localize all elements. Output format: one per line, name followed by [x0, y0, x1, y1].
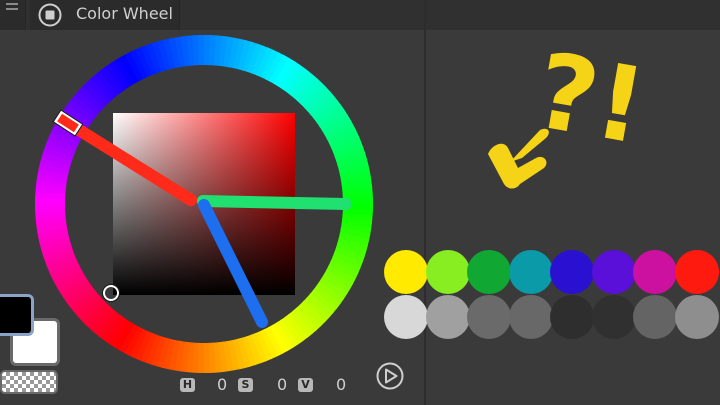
swatch-row2-6[interactable]	[591, 295, 636, 339]
swatch-row1-6[interactable]	[591, 250, 636, 294]
brightness-value[interactable]: 0	[336, 377, 346, 393]
saturation-annotation-line	[197, 195, 352, 210]
brightness-label: V	[298, 378, 313, 392]
swatch-row1-3[interactable]	[467, 250, 511, 294]
swatch-row1-4[interactable]	[508, 250, 553, 294]
swatch-row2-1[interactable]	[384, 295, 428, 339]
question-annotation: ?!	[488, 29, 654, 189]
swatch-row1-8[interactable]	[674, 250, 719, 294]
swatch-row1-5[interactable]	[550, 250, 594, 294]
swatch-row2-5[interactable]	[550, 295, 594, 339]
main-color-swatch[interactable]	[0, 294, 34, 336]
swatch-row2-4[interactable]	[508, 295, 553, 339]
question-exclamation-text: ?!	[527, 29, 654, 168]
swatch-row2-8[interactable]	[674, 295, 719, 339]
transparent-color-swatch[interactable]	[0, 370, 58, 394]
swatch-row1-2[interactable]	[425, 250, 470, 294]
color-wheel-window: Color Wheel H 0 S 0 V 0 ?!	[0, 0, 720, 405]
hue-value[interactable]: 0	[217, 377, 227, 393]
swatch-row2-2[interactable]	[425, 295, 470, 339]
swatch-row2-3[interactable]	[467, 295, 511, 339]
toggle-display-icon[interactable]	[375, 361, 405, 391]
swatch-row1-1[interactable]	[384, 250, 428, 294]
saturation-value[interactable]: 0	[277, 377, 287, 393]
swatch-row2-7[interactable]	[633, 295, 677, 339]
swatch-row1-7[interactable]	[633, 250, 677, 294]
saturation-label: S	[238, 378, 253, 392]
hue-label: H	[180, 378, 195, 392]
